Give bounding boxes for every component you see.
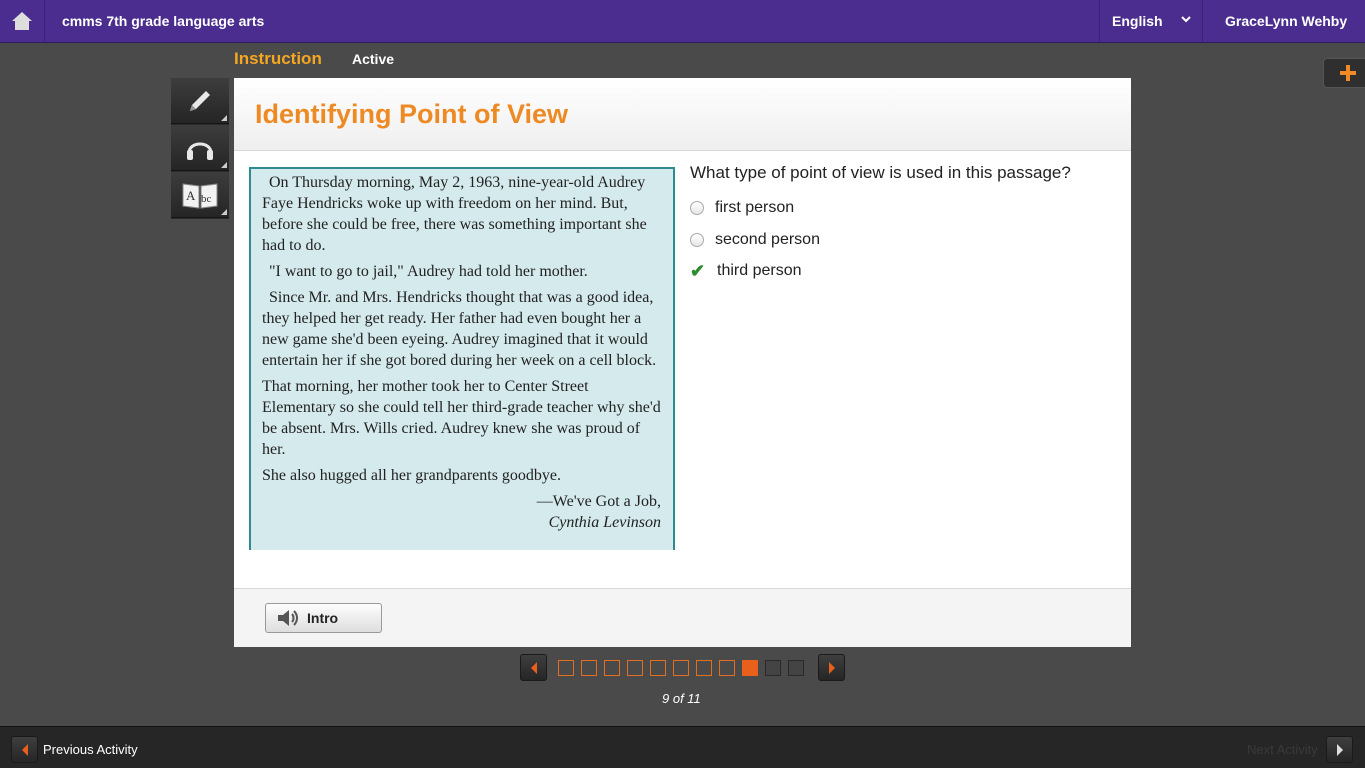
previous-page-button[interactable] bbox=[520, 654, 547, 681]
home-icon bbox=[12, 12, 32, 30]
option-label: second person bbox=[715, 231, 820, 248]
passage-paragraph: On Thursday morning, May 2, 1963, nine-y… bbox=[262, 174, 647, 254]
language-select[interactable]: English bbox=[1099, 0, 1203, 42]
activity-title: Identifying Point of View bbox=[255, 99, 569, 129]
page-indicator[interactable] bbox=[627, 660, 643, 676]
arrow-right-icon bbox=[1336, 743, 1343, 756]
arrow-left-icon bbox=[530, 661, 537, 674]
option-second-person[interactable]: second person bbox=[690, 231, 820, 249]
home-button[interactable] bbox=[0, 0, 45, 42]
bottom-bar: Previous Activity Next Activity bbox=[0, 726, 1365, 768]
previous-activity-label[interactable]: Previous Activity bbox=[43, 742, 138, 757]
course-title: cmms 7th grade language arts bbox=[62, 13, 265, 29]
next-page-button[interactable] bbox=[818, 654, 845, 681]
passage-paragraph: "I want to go to jail," Audrey had told … bbox=[269, 263, 588, 280]
top-bar: cmms 7th grade language arts English Gra… bbox=[0, 0, 1365, 43]
page-indicator[interactable] bbox=[788, 660, 804, 676]
passage-author: Cynthia Levinson bbox=[548, 514, 661, 531]
option-first-person[interactable]: first person bbox=[690, 199, 794, 217]
next-activity-button[interactable] bbox=[1326, 736, 1353, 763]
reading-passage: On Thursday morning, May 2, 1963, nine-y… bbox=[249, 167, 675, 550]
svg-text:A: A bbox=[186, 188, 196, 203]
checkmark-icon: ✔ bbox=[690, 261, 706, 281]
language-label: English bbox=[1112, 13, 1163, 29]
speaker-icon bbox=[278, 610, 298, 626]
question-text: What type of point of view is used in th… bbox=[690, 163, 1071, 182]
user-menu[interactable]: GraceLynn Wehby bbox=[1225, 13, 1347, 29]
dictionary-tool-button[interactable]: A bc bbox=[171, 172, 229, 218]
page-indicator[interactable] bbox=[558, 660, 574, 676]
page-indicator[interactable] bbox=[673, 660, 689, 676]
chevron-down-icon bbox=[1181, 16, 1191, 23]
radio-button[interactable] bbox=[690, 201, 704, 215]
pencil-icon bbox=[190, 90, 210, 111]
passage-paragraph: That morning, her mother took her to Cen… bbox=[262, 378, 661, 458]
page-indicator[interactable] bbox=[719, 660, 735, 676]
section-label: Instruction bbox=[234, 49, 322, 68]
page-counter: 9 of 11 bbox=[662, 691, 701, 706]
activity-panel: Identifying Point of View On Thursday mo… bbox=[234, 78, 1131, 647]
passage-source: —We've Got a Job, bbox=[536, 493, 661, 510]
intro-label: Intro bbox=[307, 610, 339, 626]
tool-palette: A bc bbox=[171, 78, 229, 219]
radio-button[interactable] bbox=[690, 233, 704, 247]
pencil-tool-button[interactable] bbox=[171, 78, 229, 124]
activity-header: Identifying Point of View bbox=[234, 78, 1131, 151]
activity-footer: Intro bbox=[234, 588, 1131, 647]
intro-button[interactable]: Intro bbox=[265, 603, 382, 633]
option-label: third person bbox=[717, 262, 802, 279]
arrow-right-icon bbox=[828, 661, 835, 674]
status-label: Active bbox=[352, 51, 395, 67]
page-indicator[interactable] bbox=[696, 660, 712, 676]
option-third-person[interactable]: ✔ third person bbox=[690, 262, 802, 280]
page-indicator[interactable] bbox=[765, 660, 781, 676]
passage-paragraph: She also hugged all her grandparents goo… bbox=[262, 467, 562, 484]
headphones-icon bbox=[187, 142, 213, 160]
next-activity-label: Next Activity bbox=[1247, 742, 1318, 757]
arrow-left-icon bbox=[21, 743, 28, 756]
svg-text:bc: bc bbox=[201, 193, 212, 205]
page-indicator-current[interactable] bbox=[742, 660, 758, 676]
page-indicator[interactable] bbox=[604, 660, 620, 676]
audio-tool-button[interactable] bbox=[171, 125, 229, 171]
plus-icon bbox=[1340, 65, 1356, 81]
page-indicator[interactable] bbox=[581, 660, 597, 676]
option-label: first person bbox=[715, 199, 795, 216]
dictionary-icon: A bc bbox=[182, 182, 218, 209]
previous-activity-button[interactable] bbox=[11, 736, 38, 763]
page-indicator[interactable] bbox=[650, 660, 666, 676]
passage-paragraph: Since Mr. and Mrs. Hendricks thought tha… bbox=[262, 289, 657, 369]
expand-button[interactable] bbox=[1323, 58, 1365, 88]
